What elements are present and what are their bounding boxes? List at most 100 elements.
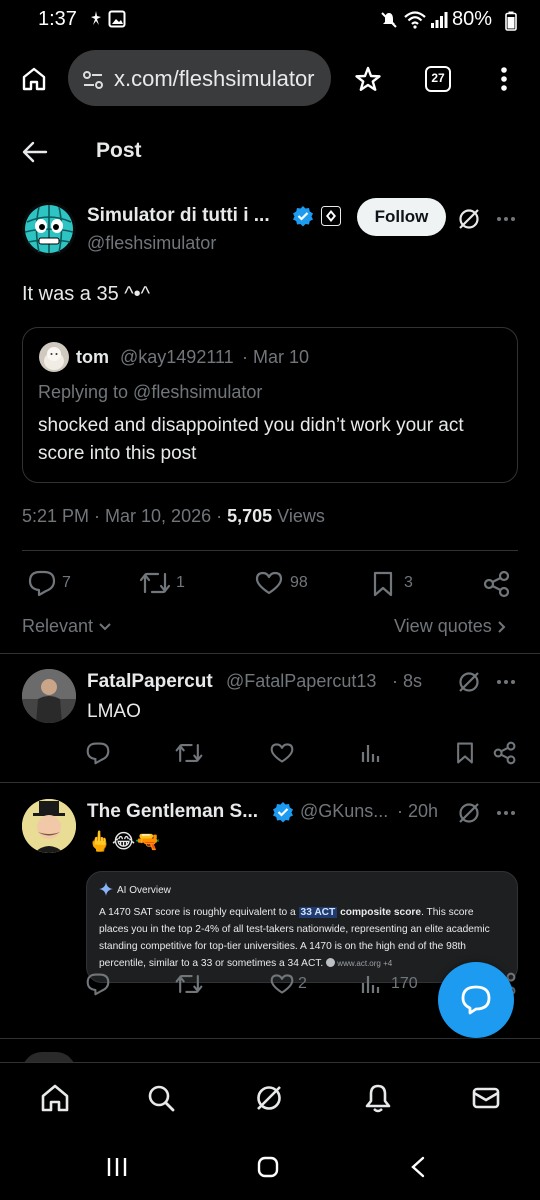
divider [0,653,540,654]
quote-text: shocked and disappointed you didn’t work… [38,415,464,464]
divider [0,1038,540,1039]
wifi-icon [404,11,426,29]
sparkle-icon [99,882,113,896]
quote-author-name[interactable]: tom [76,347,109,368]
back-button-icon[interactable] [410,1156,426,1178]
reply-avatar[interactable] [22,799,76,853]
post-text: It was a 35 ^•^ [22,283,151,305]
reply-time: · 20h [397,801,439,821]
ai-text-part: A 1470 SAT score is roughly equivalent t… [99,907,299,918]
post-meta: 5:21 PM · Mar 10, 2026 · 5,705 Views [22,506,325,527]
nav-home-icon[interactable] [40,1083,70,1113]
repost-icon[interactable] [138,570,172,596]
affiliate-badge-icon [321,206,341,226]
ai-overview-image[interactable]: AI Overview A 1470 SAT score is roughly … [86,871,518,983]
divider [0,782,540,783]
ai-bold-text: composite score [337,907,422,918]
back-arrow-icon[interactable] [22,140,48,164]
like-count: 2 [298,975,307,992]
author-name[interactable]: Simulator di tutti i ... [87,205,270,227]
reply-author-name[interactable]: FatalPapercut [87,671,213,693]
url-text[interactable]: x.com/fleshsimulator [114,66,326,92]
reply-author-handle[interactable]: @GKuns... [300,801,388,822]
reply-time: · 8s [392,671,423,691]
verified-badge-icon [292,205,314,227]
nav-search-icon[interactable] [146,1083,176,1113]
author-avatar[interactable] [22,202,76,256]
reply-text: 🖕😂🔫 [87,831,161,853]
like-count: 98 [290,574,308,591]
sort-label: Relevant [22,616,94,636]
signal-icon [430,11,448,29]
view-quotes-link[interactable]: View quotes [394,616,507,637]
grok-icon[interactable] [457,801,481,825]
bookmark-count: 3 [404,574,413,591]
nav-messages-icon[interactable] [471,1083,501,1113]
quote-author-handle[interactable]: @kay1492111 [120,347,234,368]
views-icon[interactable] [360,742,382,764]
divider [22,550,518,551]
ai-highlight: 33 ACT [298,907,338,918]
views-count: 5,705 [227,506,273,526]
bookmark-star-icon[interactable] [354,65,382,93]
follow-button[interactable]: Follow [357,198,446,236]
reply-icon[interactable] [86,972,110,996]
more-options-icon[interactable] [496,216,516,222]
ai-overview-text: A 1470 SAT score is roughly equivalent t… [99,904,505,972]
views-icon[interactable] [360,973,382,995]
reply-icon[interactable] [86,741,110,765]
quote-avatar[interactable] [39,342,69,372]
system-nav [0,1132,540,1200]
share-icon[interactable] [483,570,511,598]
repost-icon[interactable] [174,741,204,765]
quote-date: · Mar 10 [242,347,310,367]
reply-author-handle[interactable]: @FatalPapercut13 [226,671,376,692]
nav-notifications-icon[interactable] [363,1083,393,1113]
more-options-icon[interactable] [496,679,516,685]
more-options-icon[interactable] [496,810,516,816]
tab-switcher-button[interactable]: 27 [425,66,451,92]
status-bar: 1:37 80% [0,0,540,40]
bookmark-icon[interactable] [455,741,475,765]
compose-reply-button[interactable] [438,962,514,1038]
page-title: Post [96,139,142,162]
browser-toolbar: x.com/fleshsimulator 27 [0,44,540,114]
reply-text: LMAO [87,701,141,722]
like-icon[interactable] [255,571,283,595]
view-quotes-label: View quotes [394,616,492,636]
recent-apps-icon[interactable] [106,1156,128,1178]
browser-menu-icon[interactable] [500,66,508,92]
nav-grok-icon[interactable] [254,1083,284,1113]
site-settings-icon[interactable] [82,70,104,90]
reply-avatar[interactable] [22,669,76,723]
notification-icon [88,10,104,28]
post-timestamp: 5:21 PM · Mar 10, 2026 · [22,506,228,526]
quote-replying-to[interactable]: Replying to @fleshsimulator [38,382,262,403]
share-icon[interactable] [493,741,517,765]
repost-icon[interactable] [174,972,204,996]
browser-home-icon[interactable] [21,66,47,92]
chevron-down-icon [98,622,112,632]
bottom-nav [0,1062,540,1132]
repost-count: 1 [176,574,185,591]
ai-overview-header: AI Overview [99,882,505,896]
grok-icon[interactable] [457,670,481,694]
reply-icon[interactable] [28,570,56,596]
verified-badge-icon [272,801,294,823]
author-handle[interactable]: @fleshsimulator [87,233,216,254]
like-icon[interactable] [270,973,294,995]
views-count: 170 [391,975,418,992]
views-label: Views [272,506,325,526]
battery-icon [505,11,517,31]
ai-source: www.act.org +4 [337,959,393,968]
grok-icon[interactable] [457,207,481,231]
gallery-icon [108,10,126,28]
ai-source-link: www.act.org +4 [326,958,393,968]
sort-relevant-button[interactable]: Relevant [22,616,112,637]
like-icon[interactable] [270,742,294,764]
battery-percent: 80% [452,8,493,30]
home-button-icon[interactable] [257,1156,279,1178]
reply-author-name[interactable]: The Gentleman S... [87,801,258,823]
bookmark-icon[interactable] [372,570,394,598]
source-icon [326,958,336,967]
